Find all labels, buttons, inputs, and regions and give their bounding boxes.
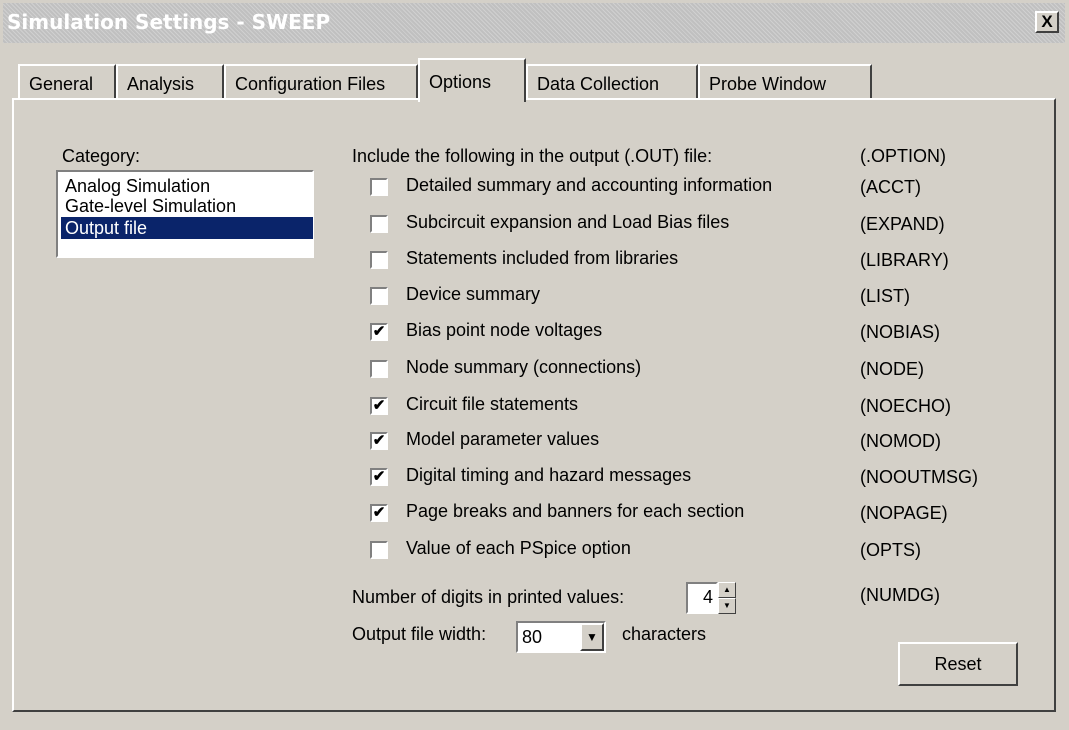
reset-button[interactable]: Reset	[898, 642, 1018, 686]
expand-label: Subcircuit expansion and Load Bias files	[406, 212, 730, 232]
width-combobox[interactable]: 80 ▼	[516, 621, 606, 653]
acct-code: (ACCT)	[860, 177, 921, 197]
library-label: Statements included from libraries	[406, 248, 679, 268]
close-icon: X	[1041, 12, 1053, 31]
triangle-down-icon: ▼	[723, 601, 731, 610]
digits-input[interactable]: 4	[686, 582, 718, 614]
nomod-checkbox[interactable]: ✔	[370, 432, 388, 450]
opts-code: (OPTS)	[860, 540, 921, 560]
list-label: Device summary	[406, 284, 541, 304]
nopage-label: Page breaks and banners for each section	[406, 501, 745, 521]
simulation-settings-dialog: Simulation Settings - SWEEP X General An…	[0, 0, 1069, 730]
expand-checkbox[interactable]	[370, 215, 388, 233]
nobias-checkbox[interactable]: ✔	[370, 323, 388, 341]
nobias-code: (NOBIAS)	[860, 322, 941, 342]
nopage-checkbox[interactable]: ✔	[370, 504, 388, 522]
node-code: (NODE)	[860, 359, 924, 379]
tab-analysis[interactable]: Analysis	[116, 64, 224, 100]
width-suffix: characters	[622, 624, 707, 644]
tab-configuration-files[interactable]: Configuration Files	[224, 64, 418, 100]
width-dropdown-button[interactable]: ▼	[580, 623, 604, 651]
expand-code: (EXPAND)	[860, 214, 945, 234]
list-code: (LIST)	[860, 286, 911, 306]
list-checkbox[interactable]	[370, 287, 388, 305]
width-value: 80	[522, 627, 543, 647]
window-title: Simulation Settings - SWEEP	[7, 10, 331, 34]
noecho-label: Circuit file statements	[406, 394, 579, 414]
tab-probe-window[interactable]: Probe Window	[698, 64, 872, 100]
nooutmsg-checkbox[interactable]: ✔	[370, 468, 388, 486]
opts-checkbox[interactable]	[370, 541, 388, 559]
nooutmsg-label: Digital timing and hazard messages	[406, 465, 692, 485]
category-item-gate-level[interactable]: Gate-level Simulation	[61, 195, 313, 217]
width-label: Output file width:	[352, 624, 487, 644]
digits-up-button[interactable]: ▲	[718, 582, 736, 598]
digits-label: Number of digits in printed values:	[352, 587, 625, 607]
output-heading: Include the following in the output (.OU…	[352, 146, 713, 166]
chevron-down-icon: ▼	[586, 630, 598, 644]
acct-checkbox[interactable]	[370, 178, 388, 196]
acct-label: Detailed summary and accounting informat…	[406, 175, 773, 195]
tab-options[interactable]: Options	[418, 58, 526, 102]
category-item-analog[interactable]: Analog Simulation	[61, 175, 313, 197]
node-checkbox[interactable]	[370, 360, 388, 378]
noecho-checkbox[interactable]: ✔	[370, 397, 388, 415]
category-label: Category:	[62, 146, 141, 166]
digits-code: (NUMDG)	[860, 585, 940, 605]
node-label: Node summary (connections)	[406, 357, 642, 377]
category-item-output-file[interactable]: Output file	[61, 217, 313, 239]
tab-general[interactable]: General	[18, 64, 116, 100]
triangle-up-icon: ▲	[723, 585, 731, 594]
title-bar[interactable]: Simulation Settings - SWEEP X	[3, 3, 1065, 43]
close-button[interactable]: X	[1035, 11, 1059, 33]
output-heading-code: (.OPTION)	[860, 146, 946, 166]
library-checkbox[interactable]	[370, 251, 388, 269]
tab-data-collection[interactable]: Data Collection	[526, 64, 698, 100]
nooutmsg-code: (NOOUTMSG)	[860, 467, 978, 487]
noecho-code: (NOECHO)	[860, 396, 951, 416]
opts-label: Value of each PSpice option	[406, 538, 631, 558]
nomod-label: Model parameter values	[406, 429, 600, 449]
category-listbox[interactable]: Analog Simulation Gate-level Simulation …	[56, 170, 314, 258]
digits-down-button[interactable]: ▼	[718, 598, 736, 614]
nopage-code: (NOPAGE)	[860, 503, 948, 523]
nomod-code: (NOMOD)	[860, 431, 941, 451]
library-code: (LIBRARY)	[860, 250, 949, 270]
nobias-label: Bias point node voltages	[406, 320, 603, 340]
